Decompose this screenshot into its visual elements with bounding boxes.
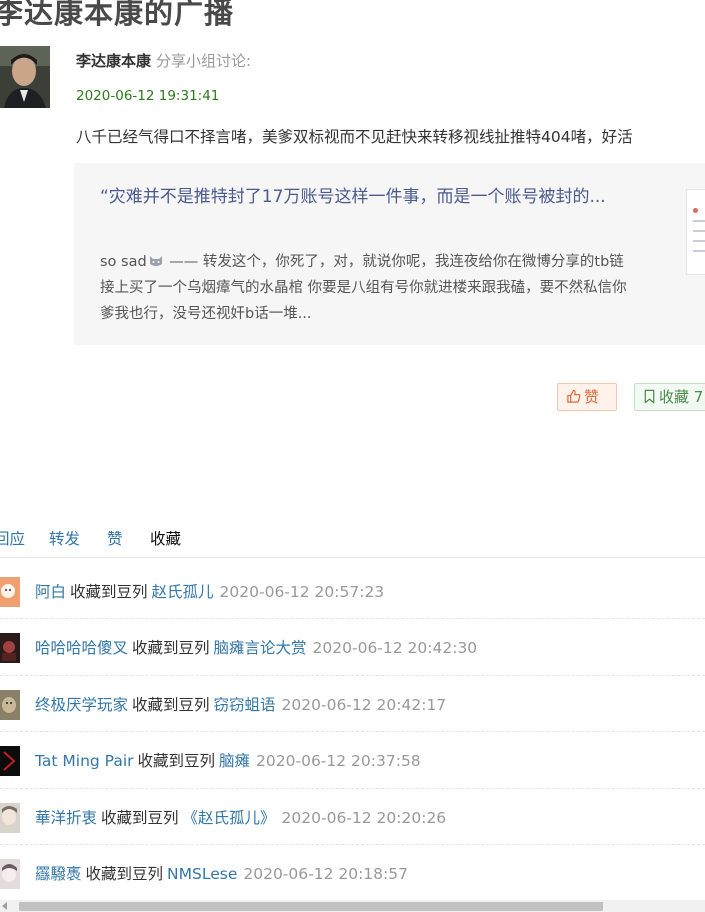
tab-likes[interactable]: 赞: [107, 527, 123, 549]
list-item: 羉驋褭 收藏到豆列 NMSLese 2020-06-12 20:18:57: [0, 845, 705, 901]
shared-topic-excerpt: so sad —— 转发这个，你死了，对，就说你呢，我连夜给你在微博分享的tb链…: [100, 249, 628, 327]
user-avatar[interactable]: [0, 633, 20, 664]
doulist-link[interactable]: 脑瘫: [219, 752, 250, 770]
collect-button[interactable]: 收藏 7: [634, 383, 705, 411]
doulist-link[interactable]: 窃窃蛆语: [214, 696, 276, 714]
collect-label: 收藏 7: [659, 388, 704, 406]
status-author-line: 李达康本康 分享小组讨论:: [76, 50, 251, 71]
list-item: 哈哈哈哈傻叉 收藏到豆列 脑瘫言论大赏 2020-06-12 20:42:30: [0, 619, 705, 676]
shared-topic-card[interactable]: “灾难并不是推特封了17万账号这样一件事，而是一个账号被封的... so sad…: [74, 163, 705, 345]
list-item: Tat Ming Pair 收藏到豆列 脑瘫 2020-06-12 20:37:58: [0, 732, 705, 789]
row-time: 2020-06-12 20:37:58: [256, 752, 421, 771]
list-item: 终极厌学玩家 收藏到豆列 窃窃蛆语 2020-06-12 20:42:17: [0, 676, 705, 733]
status-time[interactable]: 2020-06-12 19:31:41: [76, 88, 219, 104]
bookmark-icon: [644, 389, 655, 404]
status-text: 八千已经气得口不择言啫，美爹双标视而不见赶快来转移视线扯推特404啫，好活: [76, 128, 633, 146]
row-verb: 收藏到豆列: [132, 639, 210, 658]
excerpt-rest: —— 转发这个，你死了，对，就说你呢，我连夜给你在微博分享的tb链接上买了一个乌…: [100, 254, 627, 322]
user-avatar[interactable]: [0, 802, 20, 833]
user-link[interactable]: 哈哈哈哈傻叉: [35, 639, 128, 657]
scroll-left-arrow-icon[interactable]: [2, 902, 7, 910]
excerpt-start: so sad: [100, 254, 147, 270]
user-avatar[interactable]: [0, 746, 20, 777]
activity-tabs: 回应 转发 赞 收藏: [0, 525, 705, 558]
row-time: 2020-06-12 20:42:30: [312, 639, 478, 658]
row-time: 2020-06-12 20:18:57: [243, 864, 408, 883]
shared-topic-title[interactable]: “灾难并不是推特封了17万账号这样一件事，而是一个账号被封的...: [100, 183, 624, 211]
user-link[interactable]: 阿白: [35, 583, 66, 601]
user-link[interactable]: 终极厌学玩家: [35, 696, 128, 714]
row-verb: 收藏到豆列: [137, 752, 216, 771]
row-time: 2020-06-12 20:20:26: [281, 808, 447, 827]
author-avatar[interactable]: [0, 46, 50, 108]
user-link[interactable]: 華洋折衷: [35, 809, 97, 827]
row-verb: 收藏到豆列: [132, 695, 210, 714]
doulist-link[interactable]: 《赵氏孤儿》: [183, 809, 276, 827]
user-link[interactable]: 羉驋褭: [35, 865, 82, 883]
user-avatar[interactable]: [0, 858, 20, 889]
user-link[interactable]: Tat Ming Pair: [35, 752, 134, 770]
row-time: 2020-06-12 20:42:17: [281, 695, 447, 714]
like-label: 赞: [584, 388, 600, 406]
author-name-link[interactable]: 李达康本康: [76, 52, 151, 70]
tab-reshares[interactable]: 转发: [49, 527, 80, 549]
thumbs-up-icon: [567, 389, 581, 403]
page-title: 李达康本康的广播: [0, 0, 235, 30]
status-action: 分享小组讨论:: [156, 52, 252, 70]
tab-collections[interactable]: 收藏: [150, 527, 181, 549]
list-item: 華洋折衷 收藏到豆列 《赵氏孤儿》 2020-06-12 20:20:26: [0, 789, 705, 845]
row-verb: 收藏到豆列: [101, 808, 179, 827]
list-item: 阿白 收藏到豆列 赵氏孤儿 2020-06-12 20:57:23: [0, 563, 705, 620]
doulist-link[interactable]: 脑瘫言论大赏: [214, 639, 307, 657]
like-button[interactable]: 赞: [557, 383, 617, 411]
collections-list: 阿白 收藏到豆列 赵氏孤儿 2020-06-12 20:57:23 哈哈哈哈傻叉 收藏到…: [0, 563, 705, 901]
row-verb: 收藏到豆列: [70, 583, 148, 601]
scrollbar-thumb[interactable]: [19, 902, 603, 911]
tab-replies[interactable]: 回应: [0, 527, 25, 549]
row-verb: 收藏到豆列: [85, 864, 164, 883]
shared-topic-thumbnail[interactable]: [686, 189, 705, 275]
doulist-link[interactable]: 赵氏孤儿: [152, 583, 214, 601]
doulist-link[interactable]: NMSLese: [167, 865, 237, 883]
user-avatar[interactable]: [0, 577, 20, 607]
cat-face-icon: [149, 250, 163, 266]
row-time: 2020-06-12 20:57:23: [219, 583, 385, 601]
user-avatar[interactable]: [0, 689, 20, 720]
